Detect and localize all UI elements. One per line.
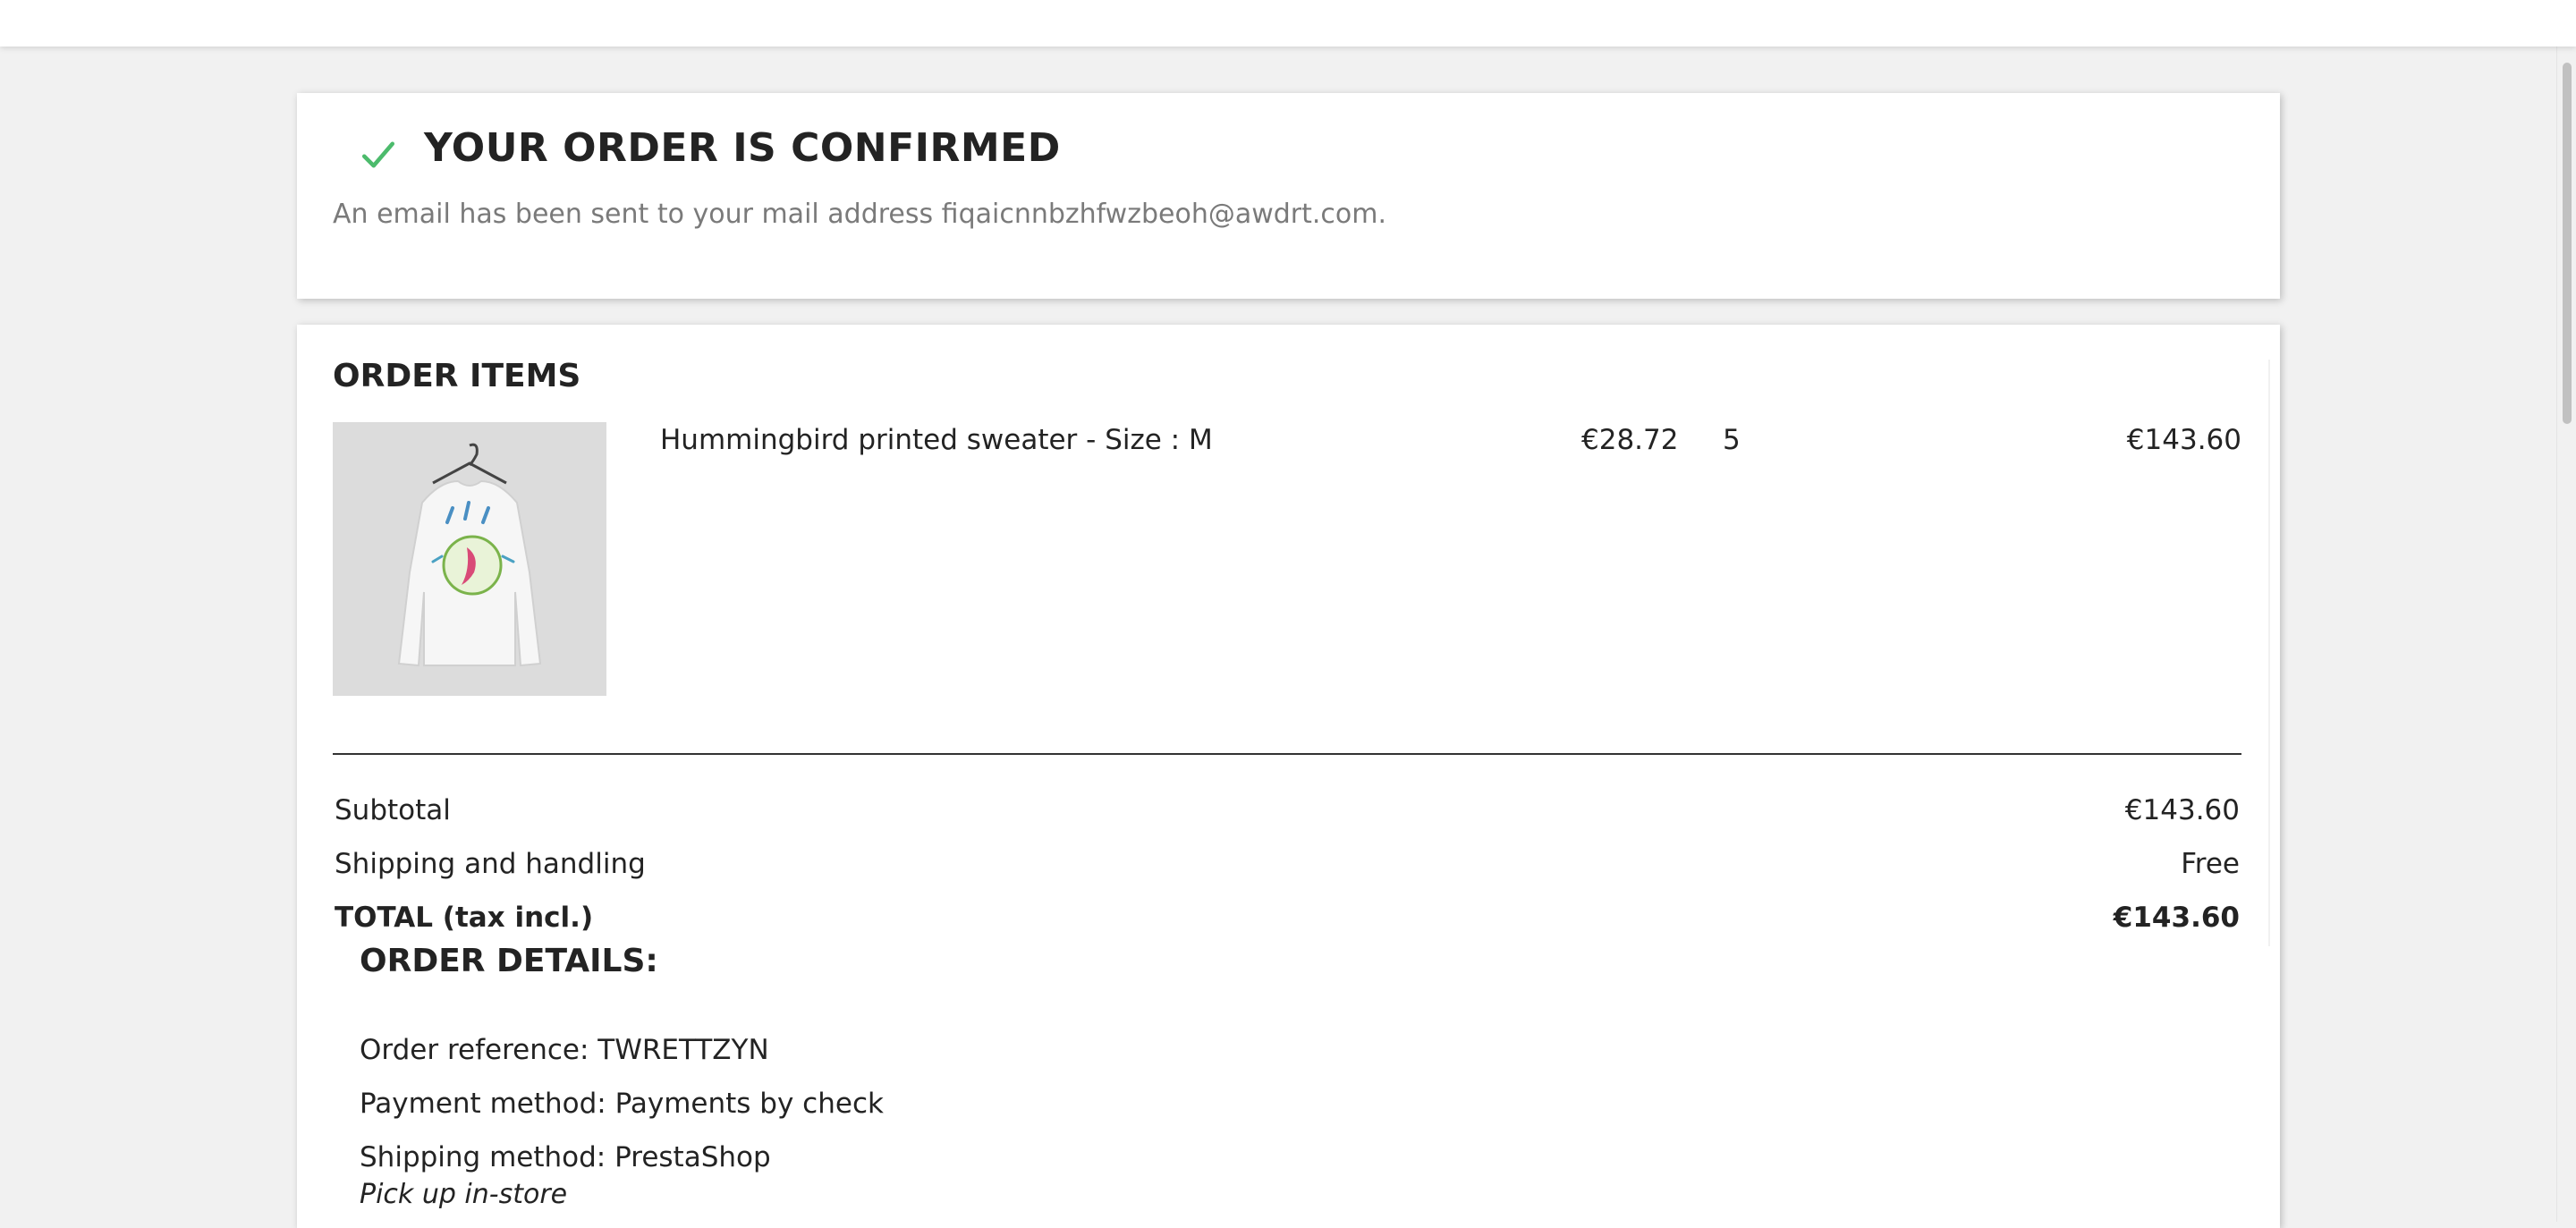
top-header-bar bbox=[0, 0, 2576, 47]
item-total: €143.60 bbox=[2126, 424, 2241, 456]
shipping-method: Shipping method: PrestaShop bbox=[360, 1141, 771, 1173]
item-quantity: 5 bbox=[1723, 424, 1741, 456]
order-details-title: ORDER DETAILS: bbox=[360, 943, 658, 979]
subtotal-value: €143.60 bbox=[2124, 794, 2240, 826]
order-confirmation-card bbox=[297, 93, 2280, 299]
check-icon bbox=[361, 141, 395, 168]
total-label: TOTAL (tax incl.) bbox=[335, 902, 594, 934]
item-unit-price: €28.72 bbox=[1581, 424, 1679, 456]
vertical-scrollbar[interactable] bbox=[2556, 47, 2576, 1222]
product-image[interactable] bbox=[333, 422, 606, 696]
confirmation-title: YOUR ORDER IS CONFIRMED bbox=[424, 125, 1061, 171]
shipping-value: Free bbox=[2181, 848, 2240, 880]
shipping-method-note: Pick up in-store bbox=[360, 1179, 568, 1210]
order-reference: Order reference: TWRETTZYN bbox=[360, 1034, 769, 1066]
shipping-label: Shipping and handling bbox=[335, 848, 646, 880]
scrollbar-thumb[interactable] bbox=[2563, 63, 2572, 424]
column-separator bbox=[2268, 360, 2270, 946]
total-value: €143.60 bbox=[2113, 902, 2240, 934]
order-items-title: ORDER ITEMS bbox=[333, 358, 581, 394]
item-name: Hummingbird printed sweater - Size : M bbox=[660, 424, 1213, 456]
confirmation-email-message: An email has been sent to your mail addr… bbox=[333, 199, 1387, 230]
items-divider bbox=[333, 753, 2241, 755]
payment-method: Payment method: Payments by check bbox=[360, 1088, 884, 1120]
subtotal-label: Subtotal bbox=[335, 794, 451, 826]
